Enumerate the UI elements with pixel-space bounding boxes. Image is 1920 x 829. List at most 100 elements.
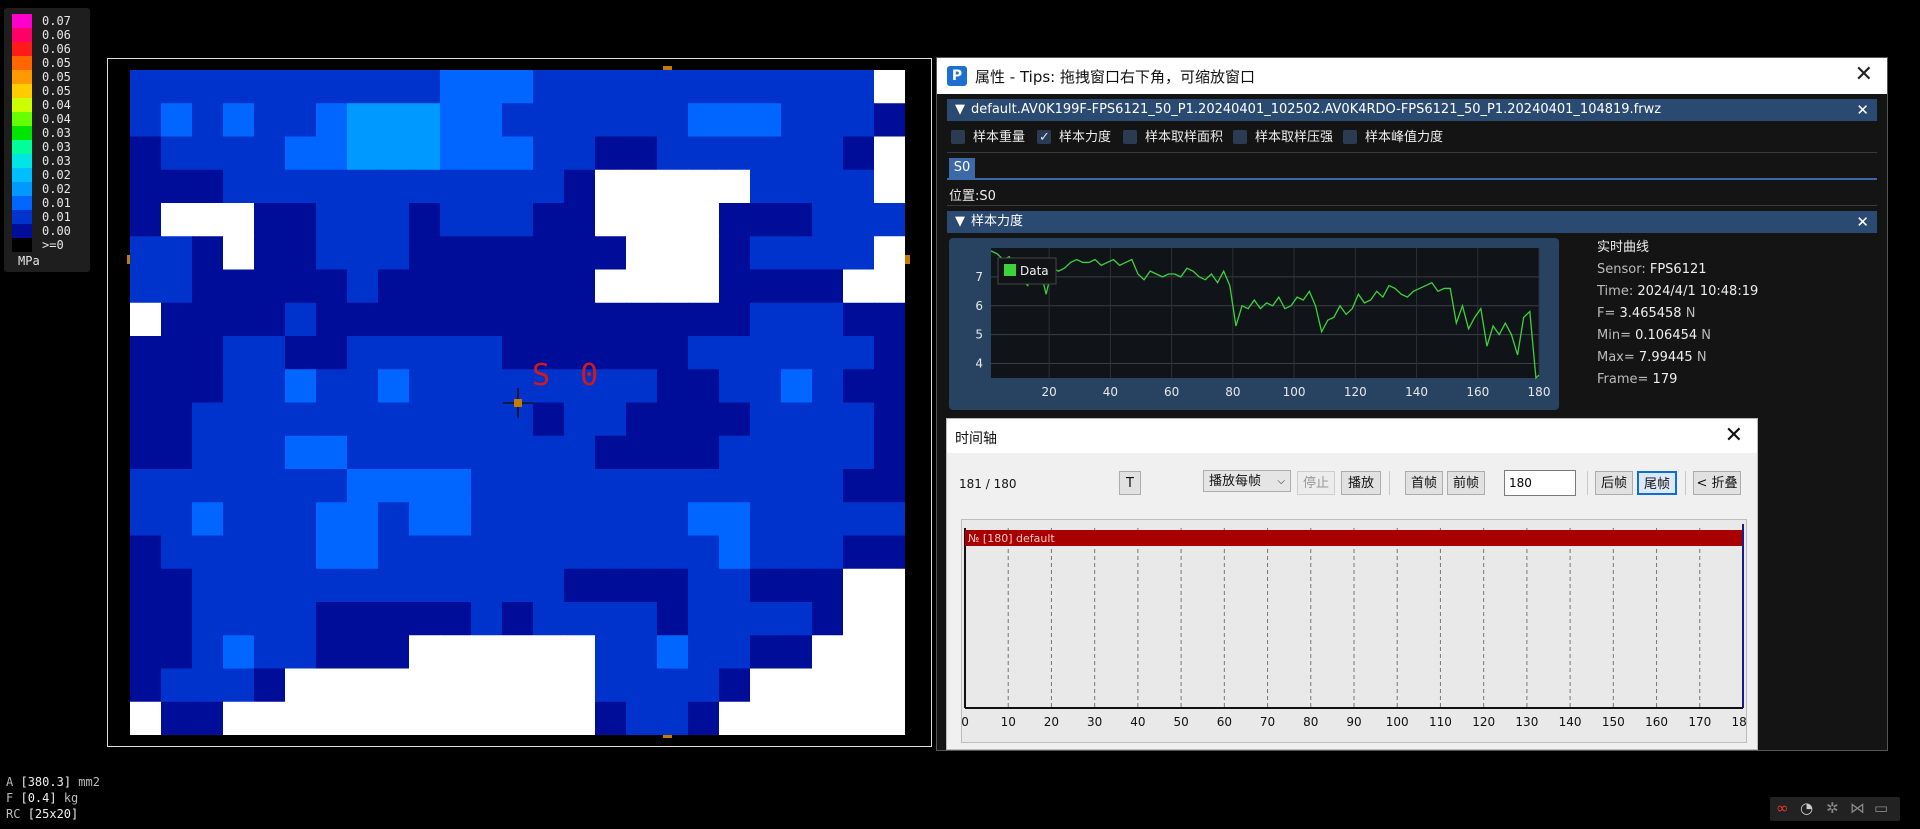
frame-tick-label: 170 [1688,715,1711,729]
heatmap-cell [533,236,565,271]
play-mode-select[interactable]: 播放每帧 ⌵ [1203,470,1291,492]
collapse-button[interactable]: < 折叠 [1693,471,1741,495]
heatmap-cell [254,236,286,271]
heatmap-cell [440,302,472,337]
last-frame-button[interactable]: 尾帧 [1637,471,1677,495]
frame-tick-label: 50 [1173,715,1188,729]
heatmap-cell [657,336,689,370]
checkbox-box[interactable] [1343,130,1357,144]
collapse-triangle-icon[interactable]: ▼ [955,99,965,121]
heatmap-cell [533,602,565,636]
legend-swatch [1004,264,1016,276]
property-window-titlebar[interactable]: P 属性 - Tips: 拖拽窗口右下角，可缩放窗口 ✕ [937,58,1887,94]
heatmap-cell [750,602,782,636]
force-line-chart[interactable]: 4 5 6 7 20 40 60 80 100 120 140 160 180 Data [949,238,1559,410]
heatmap-cell [781,336,813,370]
checkbox-label: 样本重量 [973,130,1026,145]
heatmap-cell [223,236,255,271]
file-section-header[interactable]: ▼ default.AV0K199F-FPS6121_50_P1.2024040… [947,99,1877,121]
heatmap-cell [533,469,565,503]
checkbox-box[interactable] [951,130,965,144]
prev-frame-button[interactable]: 前帧 [1447,471,1485,495]
heatmap-cell [843,668,875,703]
heatmap-cell [130,302,162,337]
chart-legend: Data [997,257,1057,285]
collapse-triangle-icon[interactable]: ▼ [955,211,965,233]
color-legend: 0.07 0.06 0.06 0.05 0.05 0.05 0.04 0.04 0.03 0.03… [4,8,90,272]
crosshair-icon[interactable] [503,388,533,418]
play-button[interactable]: 播放 [1341,471,1381,495]
t-button[interactable]: T [1119,471,1141,495]
next-frame-button[interactable]: 后帧 [1595,471,1633,495]
heatmap-cell [812,635,844,670]
heatmap-cell [285,103,317,138]
align-icon[interactable]: ⋈ [1850,799,1865,817]
heatmap-cell [657,203,689,237]
legend-label: 0.01 [42,210,71,224]
heatmap-cell [812,369,844,404]
heatmap-cell [595,302,627,337]
heatmap-cell [626,635,658,670]
heatmap-cell [564,469,596,503]
heatmap-cell [130,103,162,138]
close-icon[interactable]: ✕ [1856,211,1869,233]
heatmap-cell [223,103,255,138]
heatmap-cell [347,402,379,437]
heatmap-cell [223,302,255,337]
heatmap-cell [843,136,875,171]
heatmap-cell [626,668,658,703]
heatmap-cell [564,302,596,337]
heatmap-cell [347,269,379,304]
heatmap-cell [440,169,472,204]
heatmap-cell [471,568,503,603]
heatmap-cell [750,203,782,237]
heatmap-cell [378,70,410,104]
timeline-title: 时间轴 [955,431,997,447]
close-icon[interactable]: ✕ [1856,99,1869,121]
heatmap-cell [130,635,162,670]
heatmap-cell [316,203,348,237]
heatmap-cell [781,602,813,636]
heatmap-cell [719,203,751,237]
heatmap-cell [192,602,224,636]
legend-entry: 0.05 [10,56,90,70]
tab-s0[interactable]: S0 [949,158,975,178]
heatmap-cell [378,469,410,503]
window-icon[interactable]: ▭ [1874,799,1888,817]
timeline-clip[interactable] [965,530,1743,546]
heatmap-cell [378,535,410,570]
heatmap-cell [626,535,658,570]
heatmap-cell [564,236,596,271]
heatmap-cell [781,103,813,138]
heatmap-cell [688,668,720,703]
heatmap-cell [378,169,410,204]
checkbox-box[interactable] [1123,130,1137,144]
x-tick-label: 160 [1466,385,1489,399]
heatmap-cell [688,70,720,104]
heatmap-cell [750,336,782,370]
heatmap-cell [130,435,162,470]
checkbox-box[interactable] [1233,130,1247,144]
heatmap-cell [471,502,503,537]
legend-swatch [12,168,32,182]
heatmap-cell [719,502,751,537]
heatmap-cell [471,136,503,171]
link-icon[interactable]: ∞ [1776,799,1789,817]
heatmap-cell [316,70,348,104]
heatmap-cell [130,169,162,204]
realtime-heading: 实时曲线 [1597,240,1650,255]
force-section-header[interactable]: ▼ 样本力度 ✕ [947,211,1877,233]
stop-button[interactable]: 停止 [1297,471,1335,495]
close-icon[interactable]: ✕ [1855,62,1873,87]
heatmap-cell [812,336,844,370]
first-frame-button[interactable]: 首帧 [1405,471,1443,495]
frame-number-input[interactable] [1504,470,1576,496]
timeline-track[interactable]: 0 10 20 30 40 50 60 70 80 90 100 110 120 130 140 150 160… [961,519,1747,743]
close-icon[interactable]: ✕ [1725,423,1743,448]
heatmap-cell [223,469,255,503]
heatmap-cell [223,668,255,703]
timer-icon[interactable]: ◔ [1800,799,1813,817]
timeline-titlebar[interactable]: 时间轴 ✕ [947,419,1757,453]
settings-icon[interactable]: ✲ [1826,799,1839,817]
heatmap-cell [378,701,410,735]
